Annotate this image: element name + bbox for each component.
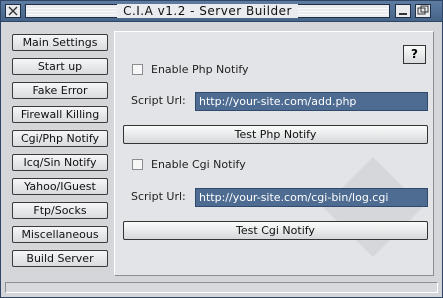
maximize-icon bbox=[417, 5, 429, 15]
enable-php-checkbox[interactable] bbox=[132, 64, 143, 75]
window-title: C.I.A v1.2 - Server Builder bbox=[117, 4, 298, 18]
nav-firewall-killing[interactable]: Firewall Killing bbox=[12, 106, 108, 123]
minimize-button[interactable] bbox=[395, 4, 411, 18]
nav-ftp-socks[interactable]: Ftp/Socks bbox=[12, 202, 108, 219]
cgi-url-input[interactable]: http://your-site.com/cgi-bin/log.cgi bbox=[195, 188, 428, 207]
enable-cgi-checkbox[interactable] bbox=[132, 159, 143, 170]
nav-build-server[interactable]: Build Server bbox=[12, 250, 108, 267]
test-php-notify-button[interactable]: Test Php Notify bbox=[123, 125, 428, 144]
php-url-input[interactable]: http://your-site.com/add.php bbox=[195, 92, 428, 111]
help-button[interactable]: ? bbox=[403, 45, 426, 64]
watermark-icon bbox=[323, 157, 423, 257]
status-bar bbox=[5, 282, 438, 293]
test-cgi-notify-button[interactable]: Test Cgi Notify bbox=[123, 221, 428, 240]
enable-php-label: Enable Php Notify bbox=[151, 63, 249, 76]
nav-main-settings[interactable]: Main Settings bbox=[12, 34, 108, 51]
php-url-label: Script Url: bbox=[131, 94, 186, 107]
cgi-url-label: Script Url: bbox=[131, 190, 186, 203]
minimize-icon bbox=[399, 13, 407, 15]
title-bar[interactable]: C.I.A v1.2 - Server Builder bbox=[1, 1, 442, 22]
maximize-button[interactable] bbox=[415, 4, 431, 18]
nav-miscellaneous[interactable]: Miscellaneous bbox=[12, 226, 108, 243]
nav-fake-error[interactable]: Fake Error bbox=[12, 82, 108, 99]
close-icon bbox=[8, 6, 18, 16]
nav-cgi-php-notify[interactable]: Cgi/Php Notify bbox=[12, 130, 108, 147]
nav-icq-sin-notify[interactable]: Icq/Sin Notify bbox=[12, 154, 108, 171]
nav-yahoo-iguest[interactable]: Yahoo/IGuest bbox=[12, 178, 108, 195]
enable-cgi-label: Enable Cgi Notify bbox=[151, 158, 246, 171]
close-button[interactable] bbox=[5, 4, 21, 18]
server-builder-window: C.I.A v1.2 - Server Builder Main Setting… bbox=[0, 0, 443, 298]
nav-start-up[interactable]: Start up bbox=[12, 58, 108, 75]
window-title-area: C.I.A v1.2 - Server Builder bbox=[25, 4, 390, 18]
